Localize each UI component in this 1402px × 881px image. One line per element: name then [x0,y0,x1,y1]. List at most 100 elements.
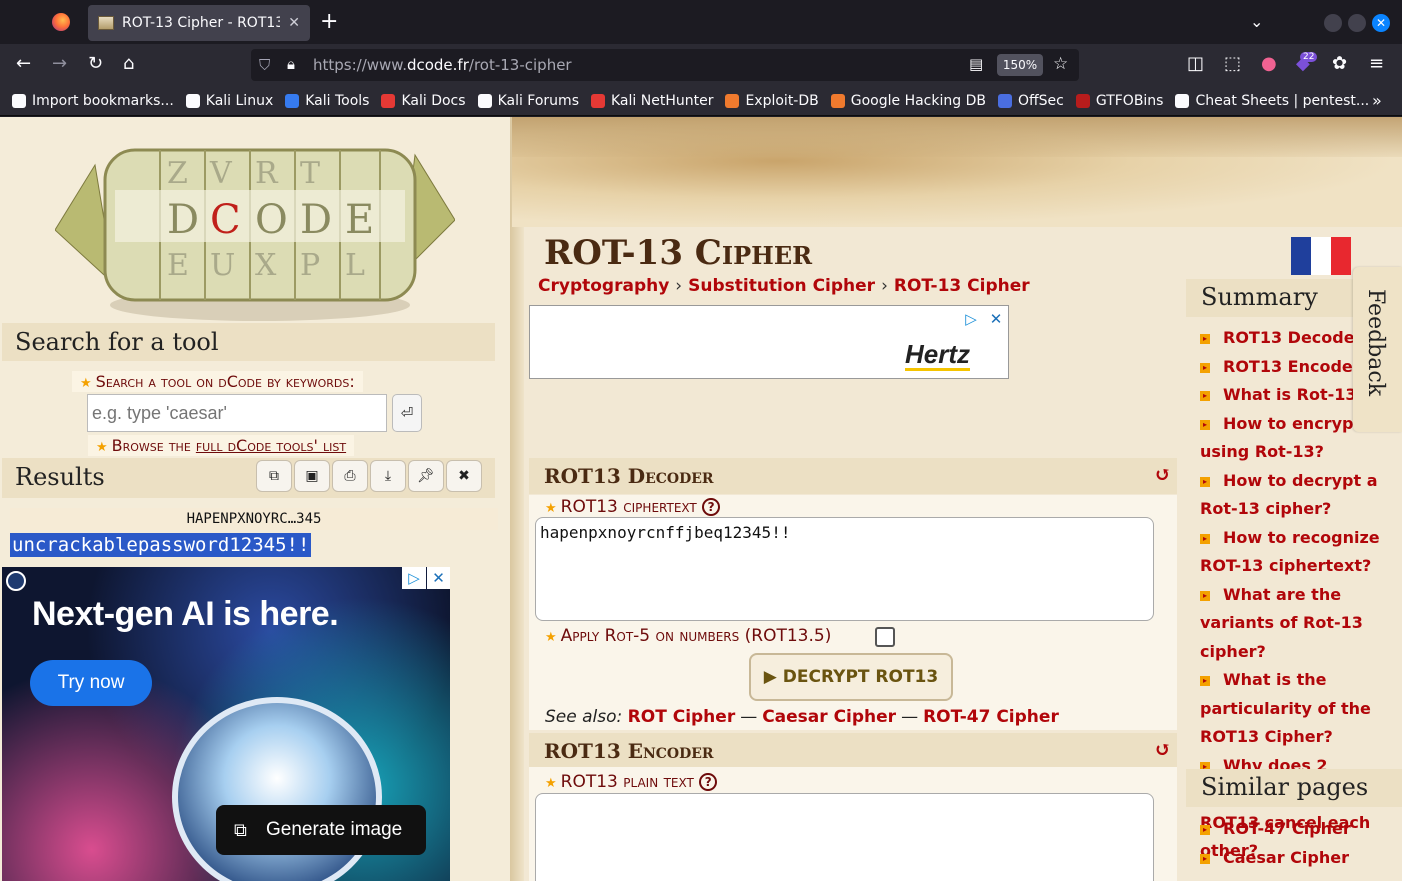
active-tab[interactable]: ROT-13 Cipher - ROT13 - ✕ [88,5,310,41]
ad-close-icon[interactable]: ✕ [427,567,450,589]
clear-results-button[interactable]: ✖ [446,460,482,492]
forward-icon[interactable]: → [52,54,67,74]
bookmark-item[interactable]: OffSec [997,92,1064,109]
ad-try-now-button[interactable]: Try now [30,660,152,706]
bookmark-item[interactable]: Kali NetHunter [591,93,713,109]
adchoices-icon[interactable]: ▷ [960,308,982,330]
bookmark-item[interactable]: Kali Tools [285,93,369,109]
bookmark-label: Kali Forums [497,92,579,109]
close-window-button[interactable]: ✕ [1372,14,1390,32]
bookmarks-toolbar: Import bookmarks... Kali Linux Kali Tools K… [0,86,1402,116]
breadcrumb-cryptography[interactable]: Cryptography [538,276,669,296]
breadcrumb-rot13-cipher[interactable]: ROT-13 Cipher [894,276,1030,296]
ad-close-icon[interactable]: ✕ [985,308,1007,330]
tool-search-input[interactable] [87,394,387,432]
sidebar-link[interactable]: ▸ What is the particularity of the ROT13 … [1186,666,1402,752]
firefox-view-icon[interactable] [52,13,70,31]
see-also-rot47-cipher-link[interactable]: ROT-47 Cipher [923,707,1059,727]
ad-generate-image-button[interactable]: ⧉ Generate image [216,805,426,855]
pocket-icon[interactable]: ◫ [1187,54,1204,74]
breadcrumb: Cryptography › Substitution Cipher › ROT-13 … [538,276,1030,296]
bookmark-star-icon[interactable]: ☆ [1053,54,1068,74]
see-also-rot-cipher-link[interactable]: ROT Cipher [628,707,736,727]
result-summary[interactable]: HAPENPXNOYRC…345 [10,508,498,530]
url-text[interactable]: https://www.dcode.fr/rot-13-cipher [313,56,572,74]
minimize-button[interactable] [1324,14,1342,32]
bookmark-item[interactable]: Cheat Sheets | pentest... [1175,93,1369,109]
home-icon[interactable]: ⌂ [123,54,134,74]
svg-text:U: U [210,248,235,283]
adchoices-icon[interactable]: ▷ [402,567,426,589]
reload-icon[interactable]: ↻ [88,54,103,74]
bookmark-item[interactable]: Import bookmarks... [12,93,174,109]
tab-close-icon[interactable]: ✕ [288,15,300,31]
lock-icon[interactable]: 🔒︎ [287,55,295,73]
cookie-extension-icon[interactable]: ✿ [1332,54,1347,74]
download-results-button[interactable]: ⤓ [370,460,406,492]
pin-icon: 📌︎ [417,468,435,484]
sidebar-link[interactable]: ▸ ROT-47 Cipher [1186,815,1402,844]
bookmark-item[interactable]: Kali Linux [185,93,273,109]
bookmark-item[interactable]: Kali Forums [477,92,579,109]
address-bar[interactable]: ⛉ 🔒︎ https://www.dcode.fr/rot-13-cipher … [251,49,1079,81]
back-icon[interactable]: ← [16,54,31,74]
advertisement-left[interactable]: Next-gen AI is here. Try now ⧉ Generate i… [2,567,450,881]
dcode-logo-cryptex[interactable]: D C O D E Z V R T E U X P L [55,135,455,325]
bookmark-item[interactable]: Kali Docs [381,93,466,109]
sidebar-link[interactable]: ▸ What are the variants of Rot-13 cipher? [1186,581,1402,667]
close-icon: ✖ [458,468,470,484]
decrypt-rot13-button[interactable]: ▶ DECRYPT ROT13 [749,653,953,701]
ciphertext-textarea[interactable]: hapenpxnoyrcnffjbeq12345!! [535,517,1154,621]
arrow-bullet-icon: ▸ [1200,590,1210,601]
feedback-tab[interactable]: Feedback [1353,267,1402,432]
copy-results-button[interactable]: ⧉ [256,460,292,492]
plaintext-label: ★ ROT13 plain text ? [545,772,718,792]
help-icon[interactable]: ? [699,773,718,791]
search-submit-button[interactable]: ⏎ [392,394,422,432]
print-icon: ⎙ [344,468,356,484]
maximize-button[interactable] [1348,14,1366,32]
ad-shield-icon [6,571,26,591]
save-results-button[interactable]: ▣ [294,460,330,492]
more-bookmarks-chevron-icon[interactable]: » [1372,91,1382,110]
bookmark-item[interactable]: Exploit-DB [725,93,819,109]
breadcrumb-substitution-cipher[interactable]: Substitution Cipher [688,276,875,296]
reset-decoder-icon[interactable]: ↺ [1154,462,1171,486]
sidebar-link-label: How to recognize ROT-13 ciphertext? [1200,527,1380,576]
new-tab-button[interactable]: + [320,9,338,34]
pin-results-button[interactable]: 📌︎ [408,460,444,492]
bookmark-item[interactable]: Google Hacking DB [830,93,986,109]
plaintext-textarea[interactable] [535,793,1154,881]
full-tools-list-link[interactable]: full dCode tools' list [196,436,346,455]
sidebar-link[interactable]: ▸ How to recognize ROT-13 ciphertext? [1186,524,1402,581]
zoom-level-button[interactable]: 150% [997,54,1043,76]
kali-dragon-icon [185,93,200,108]
reset-encoder-icon[interactable]: ↺ [1154,737,1171,761]
svg-text:E: E [345,197,374,243]
bookmark-item[interactable]: GTFOBins [1075,93,1163,109]
ad-headline: Next-gen AI is here. [32,595,339,633]
print-results-button[interactable]: ⎙ [332,460,368,492]
tracking-protection-shield-icon[interactable]: ⛉ [259,56,270,74]
list-tabs-chevron-icon[interactable]: ⌄ [1250,12,1263,31]
enter-icon: ⏎ [400,404,414,422]
profile-extension-icon[interactable]: ● [1261,54,1277,74]
bookmark-label: OffSec [1017,92,1064,109]
rot5-checkbox[interactable] [875,627,895,647]
app-menu-icon[interactable]: ≡ [1369,54,1384,74]
result-value[interactable]: uncrackablepassword12345!! [10,533,312,557]
sidebar-link[interactable]: ▸ How to decrypt a Rot-13 cipher? [1186,467,1402,524]
sidebar-link[interactable]: ▸ Caesar Cipher [1186,844,1402,873]
kali-tools-icon [285,93,300,108]
sidebar-link-label: ROT13 Encoder [1223,356,1361,376]
see-also-links: See also: ROT Cipher — Caesar Cipher — ROT-4… [545,707,1059,727]
extensions-icon[interactable]: ⬚ [1224,54,1241,74]
star-bullet-icon: ★ [545,501,557,516]
help-icon[interactable]: ? [702,498,721,516]
reader-view-icon[interactable]: ▤ [969,55,983,73]
advertisement-top[interactable]: ▷ ✕ Hertz [529,305,1009,379]
gtfobins-icon [1075,93,1090,108]
see-also-caesar-cipher-link[interactable]: Caesar Cipher [762,707,896,727]
french-language-flag[interactable] [1291,237,1351,275]
kali-docs-icon [381,93,396,108]
